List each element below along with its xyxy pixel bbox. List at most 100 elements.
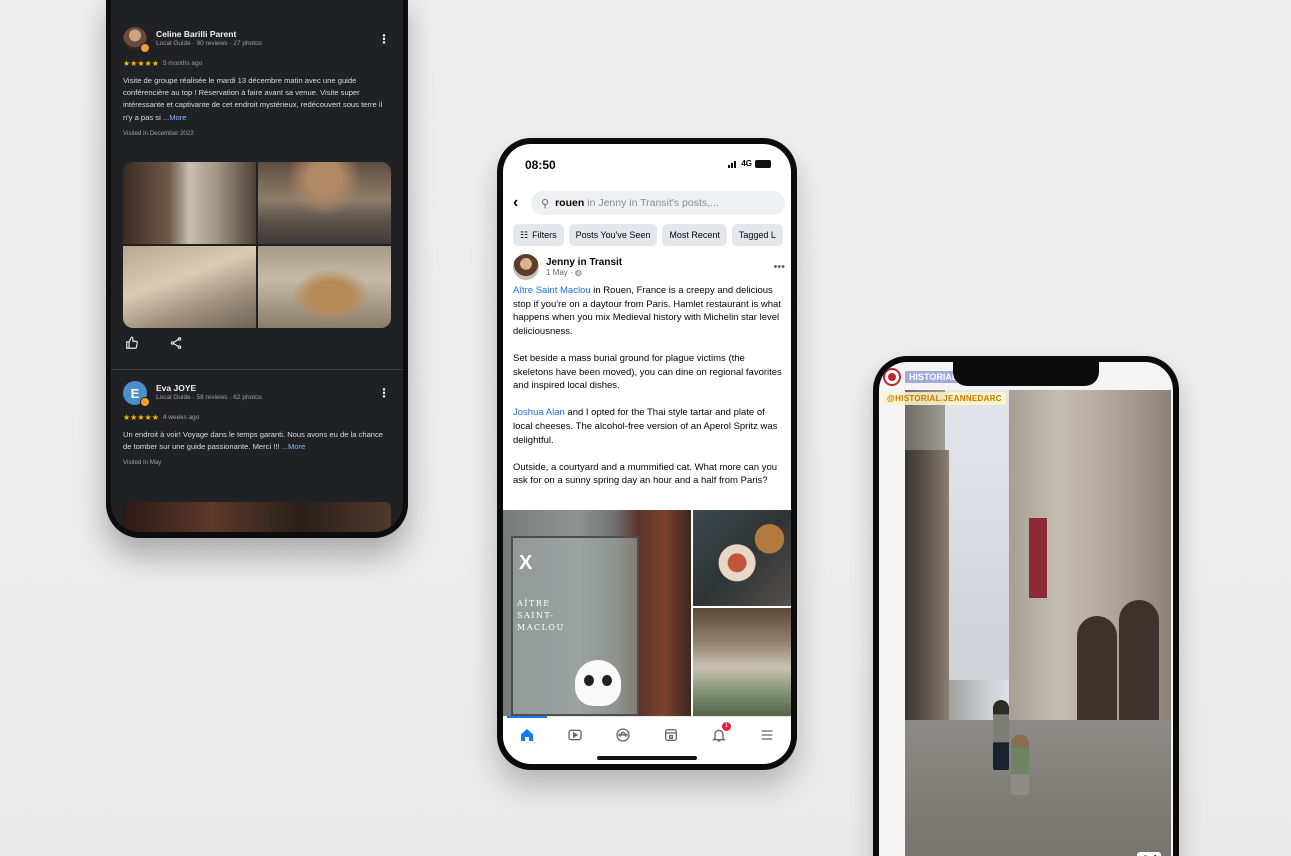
nav-video[interactable] xyxy=(561,721,589,749)
ad-badge: Ad xyxy=(1137,852,1161,856)
home-indicator xyxy=(597,756,697,760)
back-arrow-icon[interactable]: ‹ xyxy=(513,194,531,212)
review-body: Un endroit à voir! Voyage dans le temps … xyxy=(123,430,384,452)
phone-notch xyxy=(953,362,1099,386)
avatar-letter: E xyxy=(130,385,140,401)
battery-icon xyxy=(755,159,771,168)
review-card: Celine Barilli Parent Local Guide · 90 r… xyxy=(111,24,403,137)
most-recent-chip[interactable]: Most Recent xyxy=(662,224,727,246)
signal-icon xyxy=(728,160,738,168)
sign-line: MACLOU xyxy=(517,623,565,632)
skull-icon xyxy=(575,660,621,706)
filters-chip[interactable]: ☷ Filters xyxy=(513,224,564,246)
more-options-icon[interactable]: ••• xyxy=(773,261,785,273)
search-scope: in Jenny in Transit's posts,... xyxy=(587,197,719,209)
phone-reviews: Celine Barilli Parent Local Guide · 90 r… xyxy=(106,0,408,538)
post-photo[interactable] xyxy=(693,608,791,716)
bottom-nav: 1 xyxy=(503,715,791,752)
search-row: ‹ ⚲ rouen in Jenny in Transit's posts,..… xyxy=(513,190,785,216)
review-text: Un endroit à voir! Voyage dans le temps … xyxy=(123,429,391,453)
thumbs-up-icon[interactable] xyxy=(125,336,139,350)
review-time: 5 months ago xyxy=(162,59,203,67)
read-more-link[interactable]: ...More xyxy=(163,113,187,122)
search-query: rouen xyxy=(555,197,585,209)
phone-facebook: 08:50 4G ‹ ⚲ rouen in Jenny in Transit's… xyxy=(497,138,797,770)
person-link[interactable]: Joshua Alan xyxy=(513,407,565,418)
star-rating-icon: ★★★★★ xyxy=(123,412,159,422)
search-input[interactable]: ⚲ rouen in Jenny in Transit's posts,... xyxy=(531,191,785,215)
sign-text: AÎTRE SAINT- MACLOU xyxy=(517,598,565,634)
reviewer-name[interactable]: Celine Barilli Parent xyxy=(156,30,377,40)
story-ad-video[interactable] xyxy=(905,390,1171,856)
place-link[interactable]: Aître Saint Maclou xyxy=(513,285,591,296)
star-rating-icon: ★★★★★ xyxy=(123,58,159,68)
post-photos: X AÎTRE SAINT- MACLOU xyxy=(503,510,791,716)
avatar[interactable] xyxy=(123,27,150,53)
post-header: Jenny in Transit 1 May · ◍ ••• xyxy=(513,252,785,282)
facebook-screen: 08:50 4G ‹ ⚲ rouen in Jenny in Transit's… xyxy=(503,144,791,764)
nav-home[interactable] xyxy=(507,715,547,749)
review-header: Celine Barilli Parent Local Guide · 90 r… xyxy=(123,24,391,54)
avatar[interactable] xyxy=(513,254,539,280)
visited-date: Visited in December 2022 xyxy=(123,129,194,137)
network-type: 4G xyxy=(741,159,752,168)
chip-label: Posts You've Seen xyxy=(575,230,651,240)
sliders-icon: ☷ xyxy=(520,229,529,240)
posts-seen-chip[interactable]: Posts You've Seen xyxy=(568,224,658,246)
globe-icon: ◍ xyxy=(574,268,582,278)
filter-chips: ☷ Filters Posts You've Seen Most Recent T… xyxy=(513,224,791,246)
post-paragraph: Outside, a courtyard and a mummified cat… xyxy=(513,461,778,487)
notification-badge: 1 xyxy=(722,721,731,731)
avatar[interactable]: E xyxy=(123,381,150,407)
review-photo-strip[interactable] xyxy=(123,502,391,532)
review-rating: ★★★★★ 4 weeks ago xyxy=(123,411,391,423)
nav-notifications[interactable]: 1 xyxy=(705,721,733,749)
post-paragraph: Set beside a mass burial ground for plag… xyxy=(513,352,782,392)
review-photo-grid xyxy=(123,162,391,328)
reviews-screen: Celine Barilli Parent Local Guide · 90 r… xyxy=(111,0,403,532)
review-divider xyxy=(111,369,403,370)
status-network: 4G xyxy=(728,159,771,168)
mockup-stage: Celine Barilli Parent Local Guide · 90 r… xyxy=(0,0,1291,856)
local-guide-badge-icon xyxy=(140,397,150,407)
nav-menu[interactable] xyxy=(753,721,781,749)
nav-groups[interactable] xyxy=(609,721,637,749)
read-more-link[interactable]: ...More xyxy=(282,442,306,451)
reviewer-meta: Local Guide · 90 reviews · 27 photos xyxy=(156,40,262,48)
post-photo[interactable] xyxy=(693,510,791,606)
more-options-icon[interactable]: ⋮ xyxy=(377,32,391,46)
left-building xyxy=(905,450,949,750)
groups-icon xyxy=(616,727,630,742)
review-card: E Eva JOYE Local Guide · 58 reviews · 62… xyxy=(111,378,403,466)
home-icon xyxy=(521,728,533,741)
review-photo[interactable] xyxy=(258,246,391,328)
review-photo[interactable] xyxy=(123,162,256,244)
review-photo[interactable] xyxy=(123,246,256,328)
sign-line: SAINT- xyxy=(517,611,555,620)
post-photo[interactable]: X AÎTRE SAINT- MACLOU xyxy=(503,510,691,716)
menu-icon xyxy=(761,729,773,740)
status-time: 08:50 xyxy=(525,158,556,172)
reviewer-name[interactable]: Eva JOYE xyxy=(156,384,377,394)
reviewer-meta: Local Guide · 58 reviews · 62 photos xyxy=(156,394,262,402)
review-photo[interactable] xyxy=(258,162,391,244)
person xyxy=(993,700,1009,770)
story-handle[interactable]: @HISTORIAL.JEANNEDARC xyxy=(883,392,1006,405)
tagged-chip[interactable]: Tagged L xyxy=(731,224,783,246)
visited-date: Visited in May xyxy=(123,459,162,467)
search-icon: ⚲ xyxy=(541,197,550,210)
review-rating: ★★★★★ 5 months ago xyxy=(123,57,391,69)
post-author[interactable]: Jenny in Transit xyxy=(546,257,773,269)
avatar[interactable] xyxy=(883,368,901,386)
nav-marketplace[interactable] xyxy=(657,721,685,749)
review-header: E Eva JOYE Local Guide · 58 reviews · 62… xyxy=(123,378,391,408)
more-options-icon[interactable]: ⋮ xyxy=(377,386,391,400)
review-actions xyxy=(125,336,183,350)
chip-label: Tagged L xyxy=(738,230,776,240)
sign-line: AÎTRE xyxy=(517,599,551,608)
share-icon[interactable] xyxy=(169,336,183,350)
local-guide-badge-icon xyxy=(140,43,150,53)
review-time: 4 weeks ago xyxy=(162,413,200,421)
story-screen: HISTORIAL JEANNE D'ARC @HISTORIAL.JEANNE… xyxy=(879,362,1173,856)
post-meta: 1 May · ◍ xyxy=(546,268,773,277)
